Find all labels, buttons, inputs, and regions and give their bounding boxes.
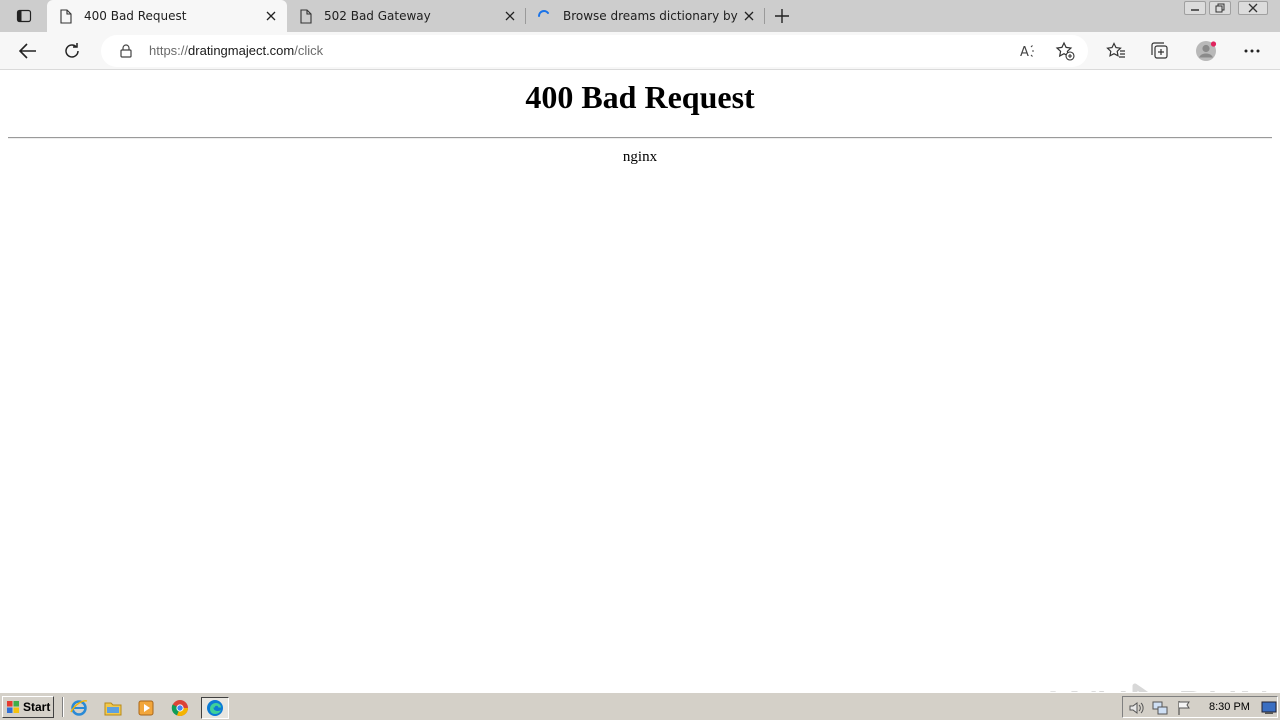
tab-actions-icon [16, 9, 32, 23]
profile-button[interactable] [1194, 39, 1218, 63]
taskbar-divider [62, 697, 64, 717]
window-close-button[interactable] [1238, 1, 1268, 15]
edge-taskbar-button[interactable] [201, 697, 229, 719]
tab-title: 400 Bad Request [84, 9, 187, 23]
more-icon [1244, 49, 1260, 53]
start-label: Start [23, 700, 51, 714]
tab-actions-button[interactable] [10, 6, 38, 26]
tab-browse-dreams[interactable]: Browse dreams dictionary by sear [526, 0, 764, 32]
more-button[interactable] [1240, 39, 1264, 63]
tab-502-bad-gateway[interactable]: 502 Bad Gateway [287, 0, 525, 32]
url-path: /click [294, 43, 324, 58]
tab-400-bad-request[interactable]: 400 Bad Request [47, 0, 287, 32]
url-text[interactable]: https://dratingmaject.com/click [149, 43, 323, 58]
favorites-button[interactable] [1104, 39, 1128, 63]
refresh-button[interactable] [60, 39, 84, 63]
favorites-icon [1106, 42, 1125, 58]
restore-button[interactable] [1209, 1, 1231, 15]
browser-toolbar: https://dratingmaject.com/click A [0, 32, 1280, 70]
plus-icon [775, 9, 789, 23]
close-icon[interactable] [503, 9, 517, 23]
volume-icon[interactable] [1128, 700, 1144, 716]
internet-explorer-icon [70, 700, 88, 716]
back-arrow-icon [19, 43, 36, 59]
page-content: 400 Bad Request nginx ANY RUN [0, 71, 1280, 720]
tab-separator [764, 8, 765, 24]
tab-title: Browse dreams dictionary by sear [563, 9, 738, 23]
restore-icon [1215, 3, 1225, 13]
taskbar: Start 8:30 PM [0, 692, 1280, 720]
star-add-icon[interactable] [1055, 41, 1075, 61]
url-host: dratingmaject.com [188, 43, 295, 58]
close-icon[interactable] [742, 9, 756, 23]
media-player-launcher[interactable] [135, 697, 157, 719]
windows-logo-icon [7, 701, 19, 713]
close-icon [1248, 3, 1258, 13]
media-player-icon [138, 700, 154, 716]
page-heading: 400 Bad Request [525, 79, 755, 115]
collections-icon [1151, 42, 1168, 59]
lock-icon[interactable] [119, 43, 133, 59]
page-icon [299, 8, 313, 24]
start-button[interactable]: Start [2, 696, 54, 718]
minimize-icon [1191, 9, 1199, 11]
minimize-button[interactable] [1184, 1, 1206, 15]
new-tab-button[interactable] [771, 5, 793, 27]
divider [8, 137, 1272, 139]
folder-icon [104, 702, 122, 716]
server-signature: nginx [622, 149, 658, 165]
action-center-flag-icon[interactable] [1176, 700, 1192, 716]
svg-text:A: A [1020, 45, 1029, 59]
network-icon[interactable] [1152, 700, 1168, 716]
profile-icon [1196, 41, 1217, 61]
explorer-launcher[interactable] [102, 697, 124, 719]
chrome-launcher[interactable] [169, 697, 191, 719]
read-aloud-icon[interactable]: A [1019, 41, 1039, 61]
back-button[interactable] [16, 39, 40, 63]
tab-title: 502 Bad Gateway [324, 9, 431, 23]
address-bar[interactable]: https://dratingmaject.com/click A [101, 35, 1088, 67]
loading-spinner-icon [537, 8, 551, 24]
chrome-icon [171, 700, 188, 716]
ie-launcher[interactable] [68, 697, 90, 719]
edge-icon [207, 700, 223, 716]
tab-strip: 400 Bad Request 502 Bad Gateway Browse d… [0, 0, 1280, 32]
clock[interactable]: 8:30 PM [1209, 701, 1250, 713]
show-desktop-icon[interactable] [1261, 700, 1277, 716]
collections-button[interactable] [1148, 39, 1172, 63]
system-tray: 8:30 PM [1122, 696, 1278, 718]
close-icon[interactable] [264, 9, 278, 23]
page-icon [59, 8, 73, 24]
refresh-icon [65, 43, 79, 58]
url-scheme: https:// [149, 43, 189, 58]
